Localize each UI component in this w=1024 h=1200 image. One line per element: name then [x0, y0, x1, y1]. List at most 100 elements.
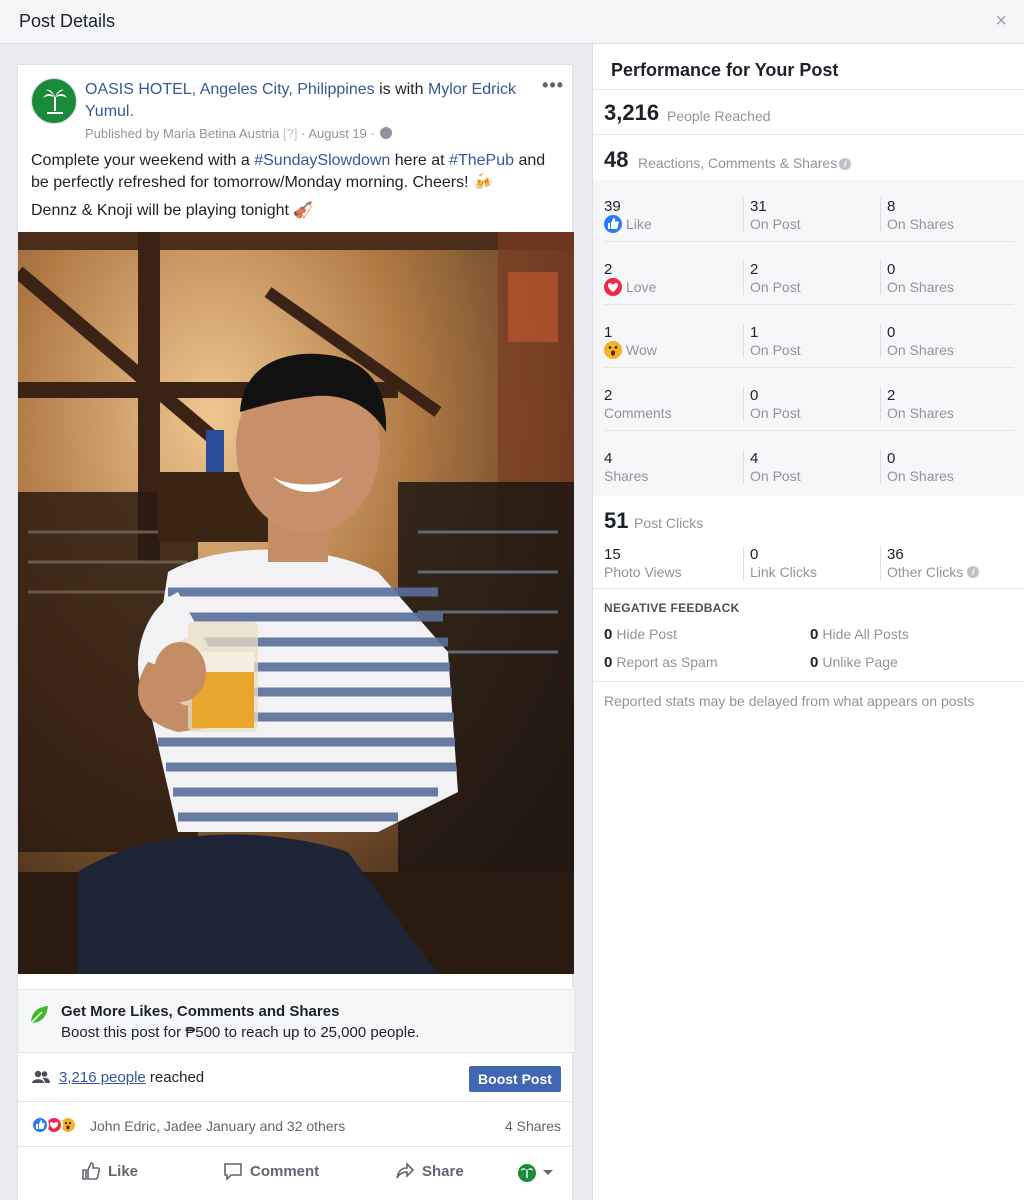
more-options-icon[interactable]: ••• [542, 75, 564, 96]
wow-icon [604, 341, 622, 359]
report-spam-stat: 0 Report as Spam [604, 654, 718, 671]
hide-all-label: Hide All Posts [822, 626, 909, 642]
post-actions: Like Comment Share [18, 1148, 574, 1194]
hide-all-count: 0 [810, 626, 819, 643]
like-on-shares-count: 8 [887, 198, 896, 215]
modal-header: Post Details × [0, 0, 1024, 44]
post-body: Complete your weekend with a #SundaySlow… [31, 150, 561, 228]
shares-on-post: 4 On Post [743, 450, 868, 484]
divider [593, 588, 1024, 589]
info-icon[interactable]: i [839, 158, 852, 170]
hide-all-posts-stat: 0 Hide All Posts [810, 626, 909, 643]
post-date[interactable]: · August 19 · [301, 126, 375, 141]
reaction-icons[interactable] [31, 1116, 91, 1134]
photo-illustration [18, 232, 574, 974]
other-clicks: 36 Other Clicks i [880, 546, 1020, 580]
boost-post-button[interactable]: Boost Post [469, 1066, 561, 1092]
performance-panel: Performance for Your Post 3,216 People R… [592, 44, 1024, 1200]
help-link[interactable]: [?] [283, 126, 297, 141]
divider [593, 681, 1024, 682]
wow-on-shares-label: On Shares [887, 342, 954, 358]
page-avatar[interactable] [31, 78, 77, 124]
shares-total-count: 4 [604, 450, 613, 467]
unlike-label: Unlike Page [822, 654, 898, 670]
share-icon [396, 1162, 415, 1179]
stats-footnote: Reported stats may be delayed from what … [604, 693, 975, 709]
post-text-2: here at [394, 152, 445, 169]
people-icon [32, 1070, 50, 1083]
comment-button[interactable]: Comment [223, 1158, 319, 1184]
like-total-count: 39 [604, 198, 621, 215]
photo-views-count: 15 [604, 546, 621, 563]
with-text: is with [379, 81, 424, 98]
page-name-link[interactable]: OASIS HOTEL, Angeles City, Philippines [85, 81, 375, 98]
other-clicks-count: 36 [887, 546, 904, 563]
wow-label: Wow [626, 342, 657, 358]
shares-total: 4 Shares [604, 450, 729, 485]
boost-subtitle: Boost this post for ₱500 to reach up to … [61, 1024, 420, 1041]
row-divider [604, 367, 1014, 368]
love-label: Love [626, 279, 657, 295]
like-reaction-icon [31, 1116, 49, 1134]
love-on-post: 2 On Post [743, 261, 868, 295]
wow-total-label-wrap: Wow [604, 341, 729, 359]
globe-icon[interactable] [380, 127, 393, 139]
row-divider [604, 430, 1014, 431]
like-button[interactable]: Like [81, 1158, 138, 1184]
hide-post-stat: 0 Hide Post [604, 626, 677, 643]
engagement-count: 48 [604, 147, 629, 172]
love-on-post-label: On Post [750, 279, 801, 295]
comments-on-shares-label: On Shares [887, 405, 954, 421]
reactions-breakdown: 39 Like 31 On Post 8 On Shares 2 Love 2 … [593, 180, 1024, 496]
post-card: OASIS HOTEL, Angeles City, Philippines i… [17, 64, 574, 1200]
shares-on-shares-label: On Shares [887, 468, 954, 484]
shares-label: Shares [604, 468, 649, 484]
reached-label: reached [149, 1069, 205, 1086]
divider [593, 89, 1024, 90]
people-reached-count: 3,216 [604, 100, 660, 125]
spam-label: Report as Spam [616, 654, 718, 670]
hide-post-count: 0 [604, 626, 613, 643]
page-mini-avatar [518, 1164, 536, 1182]
boost-title: Get More Likes, Comments and Shares [61, 1003, 340, 1020]
post-preview-column: OASIS HOTEL, Angeles City, Philippines i… [0, 44, 592, 1200]
like-on-post-label: On Post [750, 216, 801, 232]
comments-on-post-label: On Post [750, 405, 801, 421]
wow-on-shares-count: 0 [887, 324, 896, 341]
reactor-names[interactable]: John Edric, Jadee January and 32 others [90, 1118, 345, 1134]
other-clicks-label-wrap: Other Clicks i [887, 563, 1020, 581]
link-clicks-label: Link Clicks [750, 564, 817, 580]
comments-label: Comments [604, 405, 672, 421]
like-total-label-wrap: Like [604, 215, 729, 233]
shares-on-shares-count: 0 [887, 450, 896, 467]
shares-count[interactable]: 4 Shares [505, 1118, 561, 1134]
like-label: Like [626, 216, 652, 232]
post-photo[interactable] [18, 232, 574, 974]
comments-on-post: 0 On Post [743, 387, 868, 421]
unlike-page-stat: 0 Unlike Page [810, 654, 898, 671]
comments-total: 2 Comments [604, 387, 729, 422]
post-text-1: Complete your weekend with a [31, 152, 250, 169]
people-reached-label: People Reached [667, 108, 771, 124]
share-label: Share [422, 1162, 464, 1180]
reach-row: 3,216 people reached Boost Post [18, 1054, 574, 1102]
row-divider [604, 241, 1014, 242]
wow-on-post-label: On Post [750, 342, 801, 358]
comments-total-count: 2 [604, 387, 613, 404]
like-on-post-count: 31 [750, 198, 767, 215]
comments-on-shares: 2 On Shares [880, 387, 1005, 421]
hashtag-thepub[interactable]: #ThePub [449, 152, 514, 169]
negative-feedback-title: NEGATIVE FEEDBACK [604, 601, 740, 615]
post-as-page-selector[interactable] [518, 1164, 554, 1182]
hashtag-sundayslowdown[interactable]: #SundaySlowdown [254, 152, 390, 169]
photo-views: 15 Photo Views [604, 546, 729, 581]
share-button[interactable]: Share [395, 1158, 464, 1184]
spam-count: 0 [604, 654, 613, 671]
people-reached-link[interactable]: 3,216 people [59, 1069, 146, 1086]
shares-on-post-label: On Post [750, 468, 801, 484]
like-icon [604, 215, 622, 233]
post-paragraph-2: Dennz & Knoji will be playing tonight 🎻 [31, 202, 314, 219]
info-icon[interactable]: i [967, 566, 980, 578]
other-clicks-label: Other Clicks [887, 564, 964, 580]
close-icon[interactable]: × [995, 10, 1007, 33]
